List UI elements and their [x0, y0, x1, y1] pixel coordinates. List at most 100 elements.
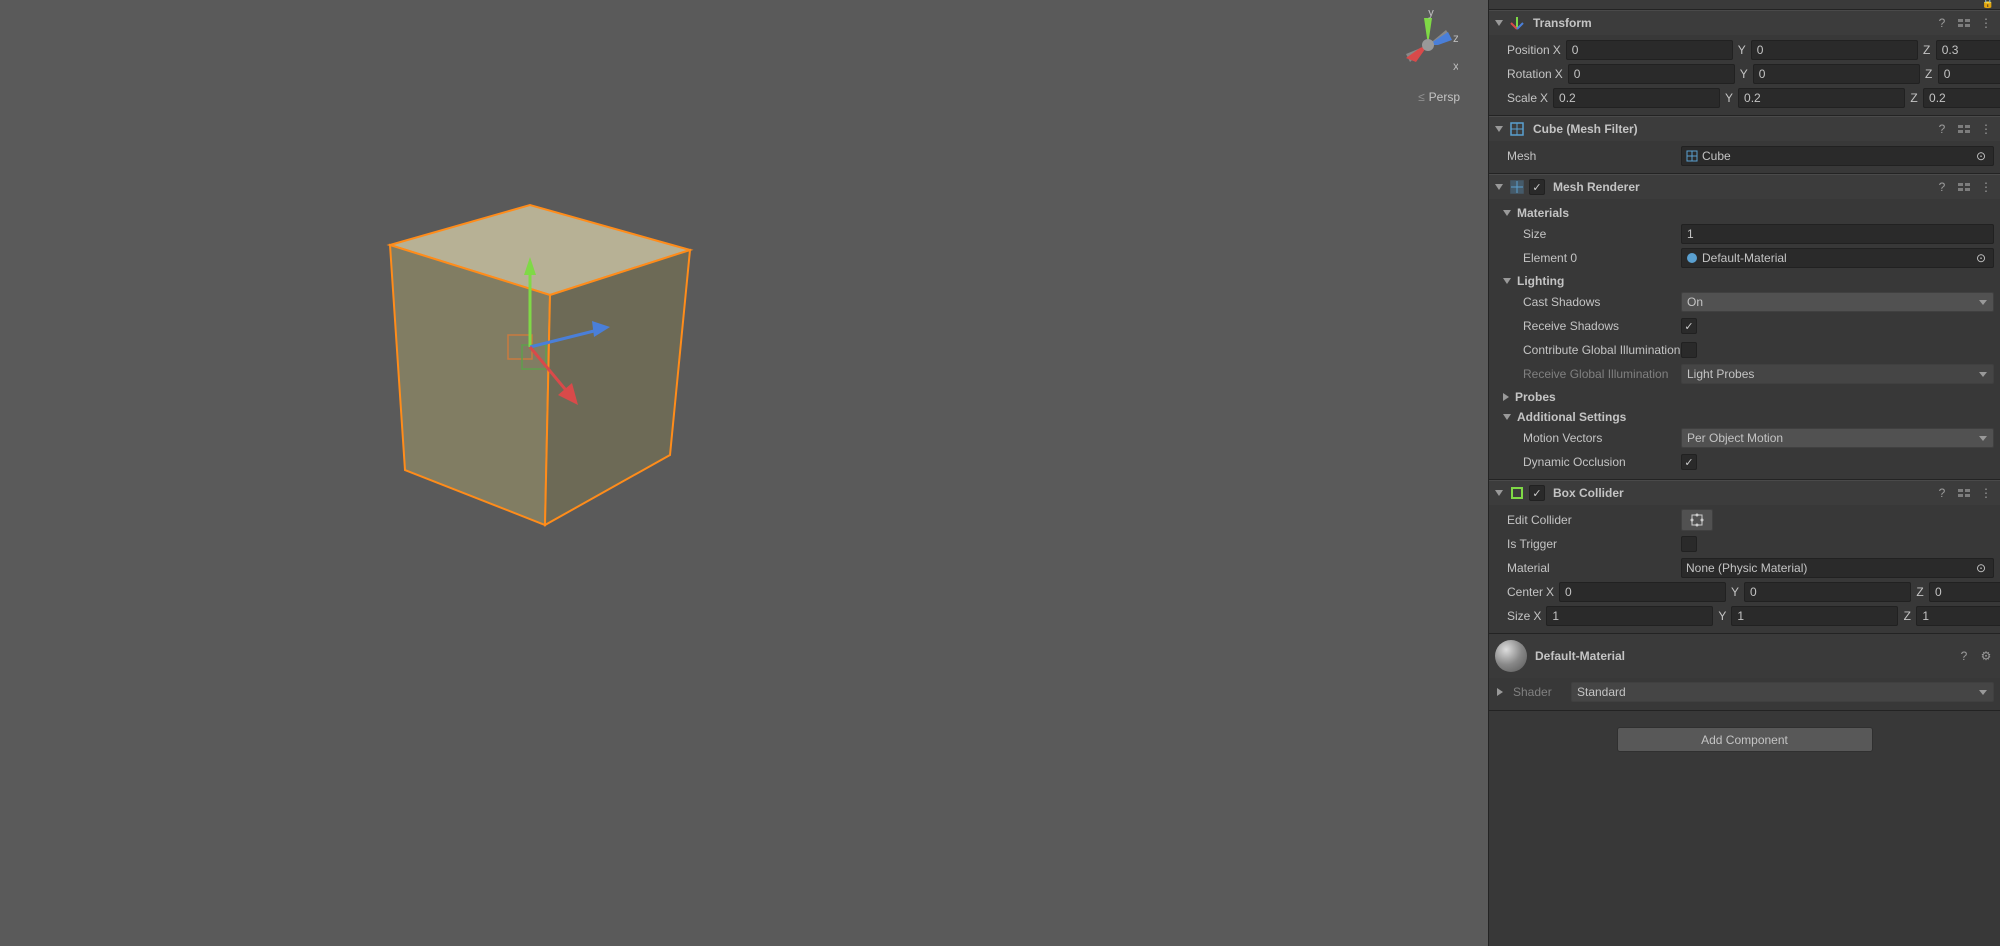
material-asset-icon [1686, 252, 1698, 264]
rotation-y-input[interactable] [1753, 64, 1920, 84]
help-icon[interactable]: ? [1934, 179, 1950, 195]
mesh-label: Mesh [1495, 149, 1681, 163]
is-trigger-checkbox[interactable] [1681, 536, 1697, 552]
svg-text:y: y [1428, 10, 1434, 19]
rotation-label: Rotation [1495, 67, 1552, 81]
cast-shadows-label: Cast Shadows [1495, 295, 1681, 309]
axis-gizmo[interactable]: z y x [1398, 10, 1458, 80]
inspector-panel: 🔒 Transform ? ⋮ Position X Y Z [1488, 0, 2000, 946]
receive-gi-label: Receive Global Illumination [1495, 367, 1681, 381]
help-icon[interactable]: ? [1934, 15, 1950, 31]
scene-viewport[interactable]: z y x ≤ Persp [0, 0, 1488, 946]
projection-label[interactable]: ≤ Persp [1418, 88, 1460, 104]
edit-collider-label: Edit Collider [1495, 513, 1681, 527]
menu-icon[interactable]: ⋮ [1978, 121, 1994, 137]
material-sphere-icon [1495, 640, 1527, 672]
box-collider-icon [1509, 485, 1525, 501]
receive-shadows-checkbox[interactable] [1681, 318, 1697, 334]
foldout-icon[interactable] [1503, 210, 1511, 216]
inspector-top-strip: 🔒 [1489, 0, 2000, 10]
x-label: X [1550, 43, 1564, 57]
mesh-filter-component: Cube (Mesh Filter) ? ⋮ Mesh Cube ⊙ [1489, 116, 2000, 174]
position-z-input[interactable] [1936, 40, 2000, 60]
y-label: Y [1735, 43, 1749, 57]
edit-collider-button[interactable] [1681, 509, 1713, 531]
object-picker-icon[interactable]: ⊙ [1973, 148, 1989, 164]
shader-dropdown[interactable]: Standard [1571, 682, 1994, 702]
object-picker-icon[interactable]: ⊙ [1973, 560, 1989, 576]
transform-header[interactable]: Transform ? ⋮ [1489, 10, 2000, 35]
foldout-icon[interactable] [1495, 20, 1503, 26]
scale-x-input[interactable] [1553, 88, 1720, 108]
preset-icon[interactable] [1956, 121, 1972, 137]
help-icon[interactable]: ? [1934, 485, 1950, 501]
lock-icon[interactable]: 🔒 [1982, 0, 1994, 9]
motion-vectors-dropdown[interactable]: Per Object Motion [1681, 428, 1994, 448]
box-collider-component: Box Collider ? ⋮ Edit Collider Is Trigge… [1489, 480, 2000, 634]
menu-icon[interactable]: ⋮ [1978, 15, 1994, 31]
materials-size-label: Size [1495, 227, 1681, 241]
foldout-icon[interactable] [1503, 278, 1511, 284]
menu-icon[interactable]: ⋮ [1978, 485, 1994, 501]
materials-subheader[interactable]: Materials [1495, 203, 1994, 223]
mesh-object-field[interactable]: Cube ⊙ [1681, 146, 1994, 166]
box-collider-header[interactable]: Box Collider ? ⋮ [1489, 480, 2000, 505]
svg-text:x: x [1453, 59, 1458, 73]
materials-size-input[interactable] [1681, 224, 1994, 244]
center-x-input[interactable] [1559, 582, 1726, 602]
foldout-icon[interactable] [1495, 490, 1503, 496]
foldout-icon[interactable] [1503, 414, 1511, 420]
foldout-icon[interactable] [1495, 184, 1503, 190]
foldout-icon[interactable] [1503, 393, 1509, 401]
size-y-input[interactable] [1731, 606, 1898, 626]
z-label: Z [1920, 43, 1934, 57]
menu-icon[interactable]: ⋮ [1978, 179, 1994, 195]
foldout-icon[interactable] [1495, 126, 1503, 132]
mesh-renderer-icon [1509, 179, 1525, 195]
mesh-renderer-header[interactable]: Mesh Renderer ? ⋮ [1489, 174, 2000, 199]
mesh-filter-icon [1509, 121, 1525, 137]
selected-cube-mesh[interactable] [380, 195, 700, 535]
rotation-z-input[interactable] [1938, 64, 2000, 84]
material-name: Default-Material [1535, 649, 1948, 663]
dynamic-occlusion-checkbox[interactable] [1681, 454, 1697, 470]
physic-material-field[interactable]: None (Physic Material) ⊙ [1681, 558, 1994, 578]
mesh-asset-icon [1686, 150, 1698, 162]
transform-title: Transform [1533, 16, 1930, 30]
preset-icon[interactable] [1956, 179, 1972, 195]
help-icon[interactable]: ? [1934, 121, 1950, 137]
cast-shadows-dropdown[interactable]: On [1681, 292, 1994, 312]
scale-y-input[interactable] [1738, 88, 1905, 108]
contribute-gi-checkbox[interactable] [1681, 342, 1697, 358]
element0-material-field[interactable]: Default-Material ⊙ [1681, 248, 1994, 268]
center-z-input[interactable] [1929, 582, 2000, 602]
position-y-input[interactable] [1751, 40, 1918, 60]
size-z-input[interactable] [1916, 606, 2000, 626]
collider-size-label: Size [1495, 609, 1530, 623]
contribute-gi-label: Contribute Global Illumination [1495, 343, 1681, 357]
foldout-icon[interactable] [1497, 688, 1503, 696]
rotation-x-input[interactable] [1568, 64, 1735, 84]
size-x-input[interactable] [1546, 606, 1713, 626]
dynamic-occlusion-label: Dynamic Occlusion [1495, 455, 1681, 469]
object-picker-icon[interactable]: ⊙ [1973, 250, 1989, 266]
physic-material-label: Material [1495, 561, 1681, 575]
material-preview-row[interactable]: Default-Material ? ⚙ [1489, 634, 2000, 678]
position-x-input[interactable] [1566, 40, 1733, 60]
gear-icon[interactable]: ⚙ [1978, 648, 1994, 664]
probes-subheader[interactable]: Probes [1495, 387, 1994, 407]
mesh-renderer-enable-checkbox[interactable] [1529, 179, 1545, 195]
scale-z-input[interactable] [1923, 88, 2000, 108]
preset-icon[interactable] [1956, 15, 1972, 31]
additional-subheader[interactable]: Additional Settings [1495, 407, 1994, 427]
svg-text:z: z [1453, 31, 1458, 45]
shader-label: Shader [1513, 685, 1563, 699]
receive-gi-dropdown: Light Probes [1681, 364, 1994, 384]
center-y-input[interactable] [1744, 582, 1911, 602]
preset-icon[interactable] [1956, 485, 1972, 501]
mesh-filter-header[interactable]: Cube (Mesh Filter) ? ⋮ [1489, 116, 2000, 141]
box-collider-enable-checkbox[interactable] [1529, 485, 1545, 501]
help-icon[interactable]: ? [1956, 648, 1972, 664]
add-component-button[interactable]: Add Component [1617, 727, 1873, 752]
lighting-subheader[interactable]: Lighting [1495, 271, 1994, 291]
